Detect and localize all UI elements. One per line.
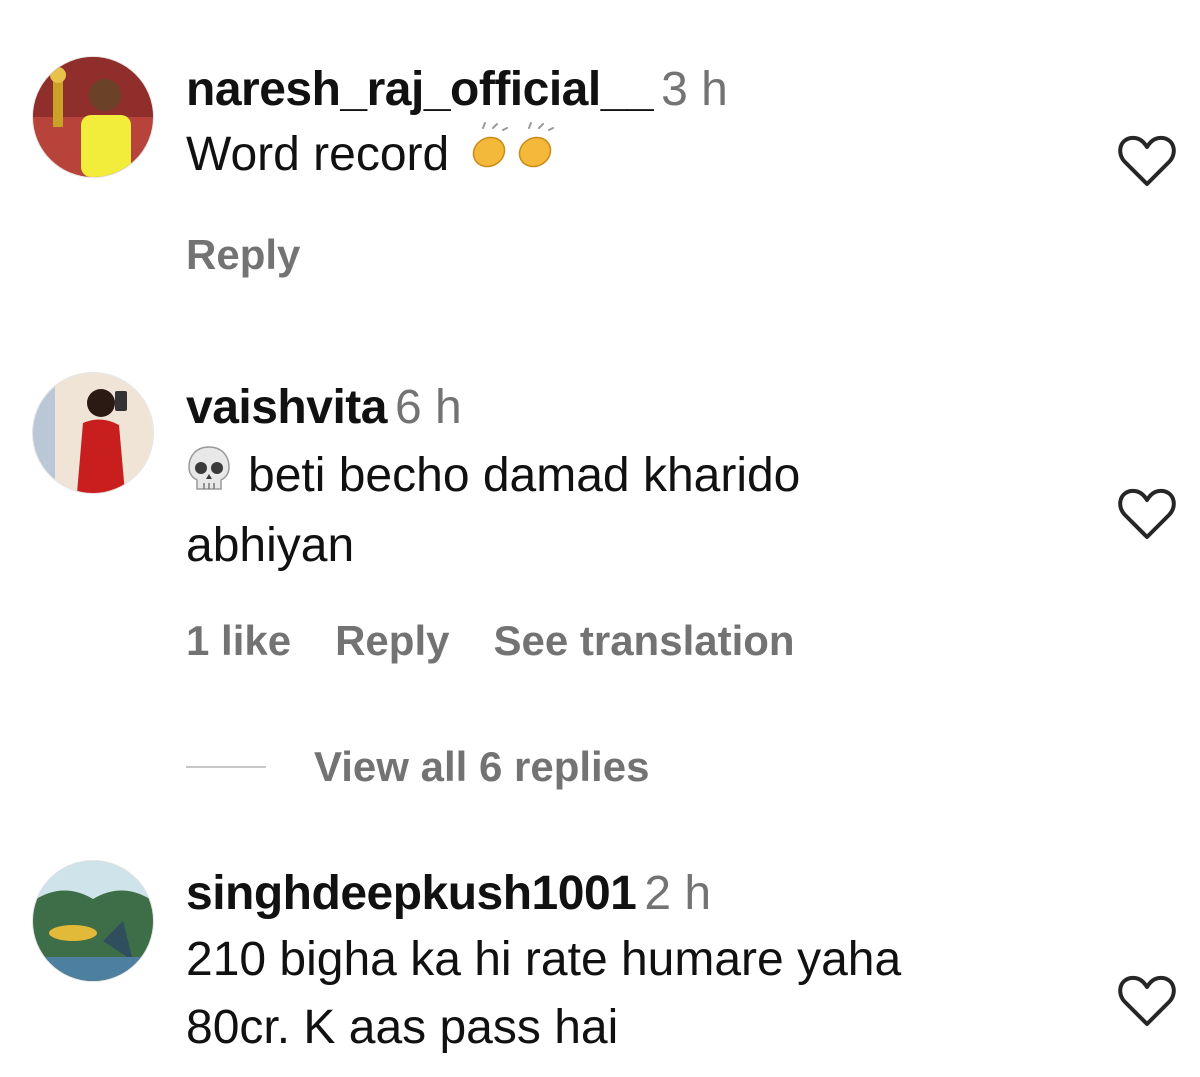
avatar[interactable] (32, 860, 154, 982)
skull-icon (186, 444, 232, 512)
comment-text-line: abhiyan (186, 519, 355, 573)
avatar-image (33, 373, 153, 493)
comment-text: Word record (186, 120, 1066, 195)
comment-header: singhdeepkush1001 2 h (186, 866, 1066, 922)
avatar-image (33, 861, 153, 981)
reply-button[interactable]: Reply (335, 617, 449, 664)
comment-header: naresh_raj_official__ 3 h (186, 62, 1066, 118)
comment-header: vaishvita 6 h (186, 380, 1066, 436)
timestamp[interactable]: 2 h (644, 867, 711, 920)
username[interactable]: singhdeepkush1001 (186, 867, 637, 920)
comment-text: beti becho damad kharido abhiyan (186, 442, 1066, 580)
like-heart-icon[interactable] (1117, 487, 1177, 541)
comment-text-line: 210 bigha ka hi rate humare yaha (186, 933, 902, 986)
reply-button[interactable]: Reply (186, 231, 300, 278)
like-heart-icon[interactable] (1117, 974, 1177, 1028)
see-translation-button[interactable]: See translation (493, 617, 794, 664)
clapping-hands-icon (463, 120, 563, 195)
username[interactable]: naresh_raj_official__ (186, 63, 654, 116)
view-replies-row[interactable]: View all 6 replies (186, 742, 649, 792)
like-heart-icon[interactable] (1117, 134, 1177, 188)
username[interactable]: vaishvita (186, 381, 387, 434)
comment-text-line: beti becho damad kharido (248, 449, 801, 502)
replies-divider (186, 766, 266, 768)
avatar[interactable] (32, 56, 154, 178)
comment-text-line: Word record (186, 128, 450, 182)
comment-text: 210 bigha ka hi rate humare yaha 80cr. K… (186, 926, 1066, 1062)
avatar[interactable] (32, 372, 154, 494)
like-count[interactable]: 1 like (186, 617, 291, 664)
timestamp[interactable]: 3 h (661, 63, 728, 116)
view-replies-button[interactable]: View all 6 replies (314, 743, 649, 791)
avatar-image (33, 57, 153, 177)
comment-actions: Reply (186, 230, 344, 280)
comment-text-line: 80cr. K aas pass hai (186, 1001, 619, 1054)
timestamp[interactable]: 6 h (395, 381, 462, 434)
comment-actions: 1 like Reply See translation (186, 616, 839, 666)
